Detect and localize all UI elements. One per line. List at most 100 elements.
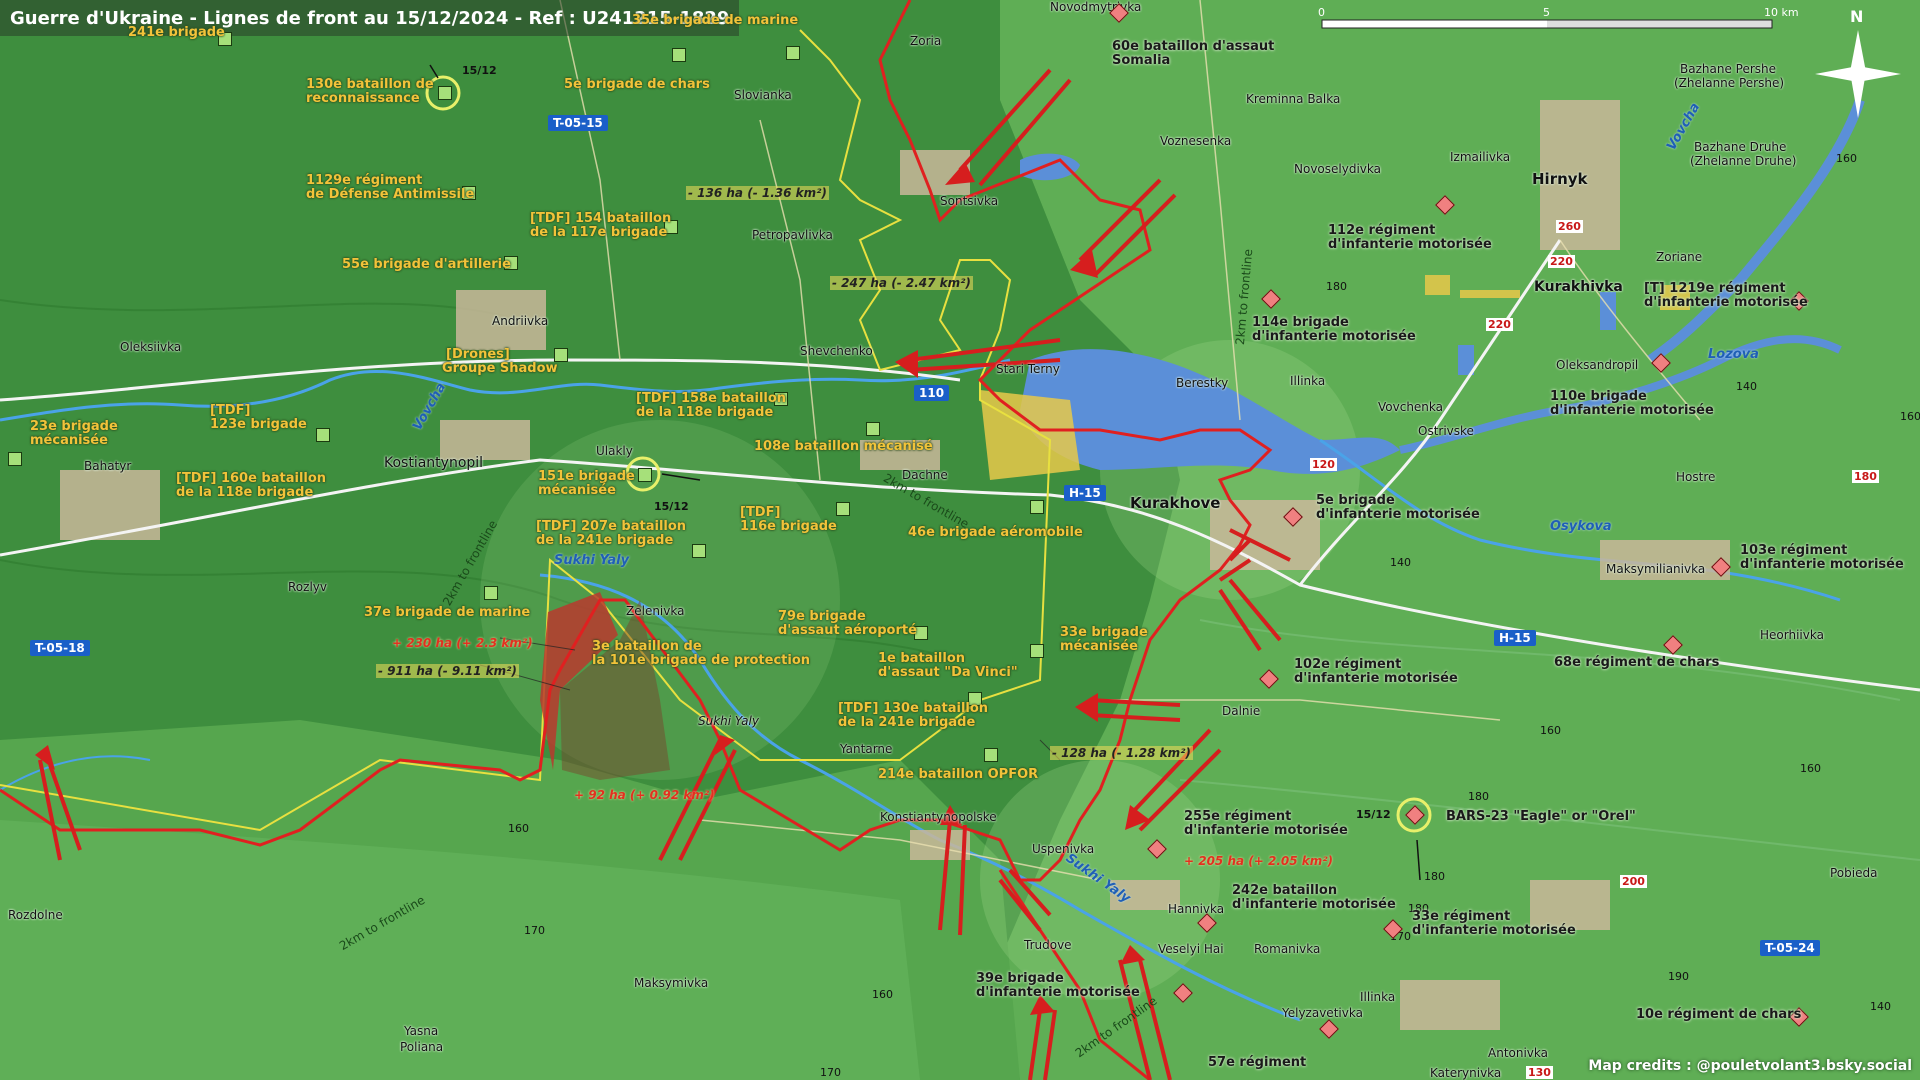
ua-unit-label: de la 118e brigade [636, 405, 774, 420]
highway-number: 120 [1310, 458, 1337, 471]
date-tag: 15/12 [462, 64, 497, 77]
ru-unit-label: 103e régiment [1740, 543, 1848, 558]
scale-label-0: 0 [1318, 6, 1325, 19]
ua-unit-label: 214e bataillon OPFOR [878, 767, 1039, 782]
scale-bar [1322, 20, 1772, 28]
town-label: Bazhane Pershe [1680, 62, 1777, 76]
town-label: Kostiantynopil [384, 455, 484, 471]
town-label: Antonivka [1488, 1046, 1548, 1060]
elevation-label: 160 [1540, 724, 1561, 737]
elevation-label: 140 [1870, 1000, 1891, 1013]
ua-unit-label: 55e brigade d'artillerie [342, 257, 511, 272]
town-label: Yasna [404, 1024, 439, 1038]
area-change-label: + 230 ha (+ 2.3 km²) [392, 636, 533, 650]
town-label: Yantarne [840, 742, 893, 756]
elevation-label: 170 [820, 1066, 841, 1079]
town-label: Dalnie [1222, 704, 1261, 718]
town-label: Kurakhove [1130, 494, 1221, 512]
town-label: Trudove [1024, 938, 1072, 952]
town-label: Maksymivka [634, 976, 709, 990]
town-label: Izmailivka [1450, 150, 1511, 164]
ru-unit-label: 102e régiment [1294, 657, 1402, 672]
town-label: Hostre [1676, 470, 1716, 484]
terrain-layer [0, 0, 1920, 1080]
date-tag: 15/12 [1356, 808, 1391, 821]
town-label: Slovianka [734, 88, 792, 102]
ru-unit-label: Somalia [1112, 53, 1171, 68]
ru-unit-label: 68e régiment de chars [1554, 655, 1720, 670]
ru-unit-label: 255e régiment [1184, 809, 1292, 824]
ua-unit-marker-icon[interactable] [984, 748, 998, 762]
scale-label-5: 5 [1543, 6, 1550, 19]
ua-unit-label: 33e brigade [1060, 625, 1148, 640]
elevation-label: 160 [508, 822, 529, 835]
town-label: Ostrivske [1418, 424, 1474, 438]
highway-number: 180 [1852, 470, 1879, 483]
elevation-label: 160 [1800, 762, 1821, 775]
town-label: Voznesenka [1160, 134, 1232, 148]
town-label: Sontsivka [940, 194, 999, 208]
ua-unit-marker-icon[interactable] [692, 544, 706, 558]
ua-unit-label: reconnaissance [306, 91, 420, 106]
ua-unit-marker-icon[interactable] [672, 48, 686, 62]
ua-unit-label: 46e brigade aéromobile [908, 525, 1083, 540]
highway-number: 220 [1486, 318, 1513, 331]
ua-unit-marker-icon[interactable] [1030, 500, 1044, 514]
river-label: Sukhi Yaly [554, 553, 630, 568]
ua-unit-marker-icon[interactable] [8, 452, 22, 466]
ua-unit-marker-icon[interactable] [316, 428, 330, 442]
town-label: Novoselydivka [1294, 162, 1381, 176]
ua-unit-label: [TDF] 160e bataillon [176, 471, 327, 486]
ua-unit-marker-icon[interactable] [554, 348, 568, 362]
road-badge-h15-east: H-15 [1494, 630, 1536, 646]
road-badge-t0515: T-05-15 [548, 115, 608, 131]
ua-unit-label: [TDF] 130e bataillon [838, 701, 989, 716]
ua-unit-marker-icon[interactable] [638, 468, 652, 482]
ua-unit-marker-icon[interactable] [438, 86, 452, 100]
elevation-label: 180 [1326, 280, 1347, 293]
area-change-label: - 247 ha (- 2.47 km²) [830, 276, 973, 290]
ua-unit-label: 5e brigade de chars [564, 77, 710, 92]
town-label: Zoria [910, 34, 942, 48]
ua-unit-label: d'assaut aéroporté [778, 623, 917, 638]
ru-unit-label: d'infanterie motorisée [1252, 329, 1416, 344]
ru-unit-label: 57e régiment [1208, 1055, 1307, 1070]
elevation-label: 160 [872, 988, 893, 1001]
map-credits: Map credits : @pouletvolant3.bsky.social [1588, 1058, 1912, 1074]
road-badge-110: 110 [914, 385, 950, 401]
ru-unit-label: 5e brigade [1316, 493, 1395, 508]
ua-unit-label: [TDF] [210, 403, 251, 418]
ua-unit-marker-icon[interactable] [484, 586, 498, 600]
ua-unit-label: de Défense Antimissile [306, 187, 475, 202]
ua-unit-marker-icon[interactable] [786, 46, 800, 60]
ua-unit-label: 151e brigade [538, 469, 635, 484]
ru-unit-label: 10e régiment de chars [1636, 1007, 1802, 1022]
town-label: Kurakhivka [1534, 279, 1623, 295]
ru-unit-label: 242e bataillon [1232, 883, 1338, 898]
ua-unit-label: 3e bataillon de [592, 639, 702, 654]
ru-unit-label: 60e bataillon d'assaut [1112, 39, 1275, 54]
town-label: Ulakly [596, 444, 633, 458]
town-label: Illinka [1360, 990, 1396, 1004]
ua-unit-marker-icon[interactable] [1030, 644, 1044, 658]
ru-unit-label: 33e régiment [1412, 909, 1511, 924]
area-change-label: - 911 ha (- 9.11 km²) [376, 664, 519, 678]
road-badge-h15-west: H-15 [1064, 485, 1106, 501]
town-label: Shevchenko [800, 344, 873, 358]
town-label: Uspenivka [1032, 842, 1095, 856]
road-badge-t0518: T-05-18 [30, 640, 90, 656]
ru-unit-label: BARS-23 "Eagle" or "Orel" [1446, 809, 1636, 824]
ua-unit-label: 37e brigade de marine [364, 605, 531, 620]
ua-unit-label: 241e brigade [128, 25, 225, 40]
ru-unit-label: d'infanterie motorisée [1316, 507, 1480, 522]
area-change-label: + 205 ha (+ 2.05 km²) [1184, 854, 1334, 868]
ru-unit-label: d'infanterie motorisée [1328, 237, 1492, 252]
ua-unit-label: de la 118e brigade [176, 485, 314, 500]
map-canvas[interactable]: Guerre d'Ukraine - Lignes de front au 15… [0, 0, 1920, 1080]
ua-unit-label: Groupe Shadow [442, 361, 558, 376]
ua-unit-marker-icon[interactable] [836, 502, 850, 516]
town-label: Bahatyr [84, 459, 132, 473]
town-label: Maksymilianivka [1606, 562, 1706, 576]
ua-unit-marker-icon[interactable] [866, 422, 880, 436]
ru-unit-label: 112e régiment [1328, 223, 1436, 238]
